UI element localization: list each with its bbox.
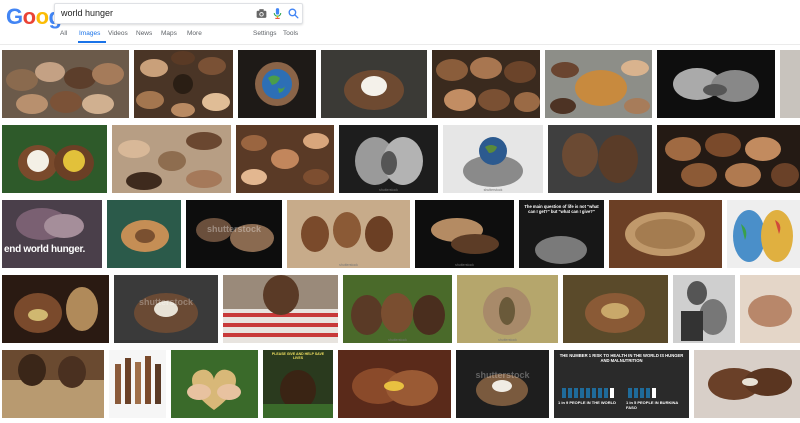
- header: Google All Images Videos News Maps More …: [0, 0, 800, 45]
- image-result[interactable]: PLEASE GIVE AND HELP SAVE LIVES: [263, 350, 333, 418]
- stat-text: 1 in 9 PEOPLE IN THE WORLD: [558, 400, 617, 405]
- image-result[interactable]: [171, 350, 258, 418]
- result-row: end world hunger. shutterstock shutterst…: [0, 200, 800, 268]
- image-watermark: shutterstock: [483, 188, 503, 192]
- image-result[interactable]: [563, 275, 668, 343]
- image-result[interactable]: [338, 350, 451, 418]
- image-result[interactable]: shutterstock: [343, 275, 452, 343]
- image-result[interactable]: [223, 275, 338, 343]
- image-watermark: shutterstock: [475, 370, 530, 380]
- logo-letter: o: [22, 4, 36, 29]
- image-result[interactable]: [2, 275, 109, 343]
- tab-images[interactable]: Images: [79, 30, 100, 37]
- image-result[interactable]: [236, 125, 334, 193]
- search-tabs: All Images Videos News Maps More Setting…: [0, 28, 800, 44]
- image-watermark: shutterstock: [339, 263, 358, 267]
- image-result[interactable]: [657, 50, 775, 118]
- image-result[interactable]: [109, 350, 166, 418]
- search-icon[interactable]: [287, 7, 300, 20]
- image-result[interactable]: [609, 200, 722, 268]
- tab-tools[interactable]: Tools: [283, 30, 298, 37]
- image-result[interactable]: [2, 350, 104, 418]
- result-row: [0, 50, 800, 118]
- logo-letter: o: [35, 4, 49, 29]
- microphone-icon[interactable]: [271, 7, 284, 20]
- image-result[interactable]: shutterstock: [415, 200, 514, 268]
- image-result[interactable]: shutterstock: [457, 275, 558, 343]
- image-result[interactable]: [740, 275, 800, 343]
- result-row: PLEASE GIVE AND HELP SAVE LIVES shutters…: [0, 350, 800, 418]
- image-watermark: shutterstock: [138, 297, 193, 307]
- image-result[interactable]: [238, 50, 316, 118]
- image-result[interactable]: shutterstock: [287, 200, 410, 268]
- image-watermark: shutterstock: [388, 338, 407, 342]
- image-result[interactable]: [727, 200, 800, 268]
- tab-news[interactable]: News: [136, 30, 152, 37]
- image-result[interactable]: [657, 125, 800, 193]
- image-result[interactable]: The main question of life is not "what c…: [519, 200, 604, 268]
- image-result[interactable]: [548, 125, 652, 193]
- tab-settings[interactable]: Settings: [253, 30, 277, 37]
- image-caption: end world hunger.: [4, 244, 86, 255]
- image-watermark: shutterstock: [379, 188, 398, 192]
- image-results-grid: shutterstock shutterstock end world hung…: [0, 50, 800, 423]
- image-result[interactable]: [2, 125, 107, 193]
- image-result[interactable]: shutterstock: [339, 125, 438, 193]
- image-result[interactable]: [2, 50, 129, 118]
- camera-icon[interactable]: [255, 7, 268, 20]
- image-result[interactable]: [321, 50, 427, 118]
- image-watermark: shutterstock: [206, 224, 261, 234]
- image-result[interactable]: [673, 275, 735, 343]
- image-result[interactable]: [432, 50, 540, 118]
- search-input[interactable]: [61, 6, 241, 20]
- tab-more[interactable]: More: [187, 30, 202, 37]
- stat-text: 1 in 5 PEOPLE IN BURKINA FASO: [626, 400, 679, 410]
- image-result[interactable]: [107, 200, 181, 268]
- poster-text: PLEASE GIVE AND HELP SAVE LIVES: [271, 352, 325, 360]
- result-row: shutterstock shutterstock shutterstock: [0, 275, 800, 343]
- active-tab-indicator: [78, 41, 106, 43]
- image-result[interactable]: [134, 50, 233, 118]
- image-result[interactable]: end world hunger.: [2, 200, 102, 268]
- image-result[interactable]: shutterstock: [456, 350, 549, 418]
- image-result[interactable]: [112, 125, 231, 193]
- tab-maps[interactable]: Maps: [161, 30, 177, 37]
- image-result[interactable]: [780, 50, 800, 118]
- image-watermark: shutterstock: [498, 338, 517, 342]
- image-result[interactable]: shutterstock: [186, 200, 282, 268]
- image-result[interactable]: shutterstock: [114, 275, 218, 343]
- image-result[interactable]: [545, 50, 652, 118]
- poster-text: THE NUMBER 1 RISK TO HEALTH IN THE WORLD…: [559, 353, 684, 363]
- image-result[interactable]: shutterstock: [443, 125, 543, 193]
- tab-all[interactable]: All: [60, 30, 67, 37]
- logo-letter: G: [6, 4, 23, 29]
- search-box: [54, 3, 303, 24]
- image-result[interactable]: THE NUMBER 1 RISK TO HEALTH IN THE WORLD…: [554, 350, 689, 418]
- image-watermark: shutterstock: [455, 263, 474, 267]
- tab-videos[interactable]: Videos: [108, 30, 128, 37]
- quote-text: The main question of life is not "what c…: [524, 204, 599, 214]
- result-row: shutterstock shutterstock: [0, 125, 800, 193]
- image-result[interactable]: [694, 350, 800, 418]
